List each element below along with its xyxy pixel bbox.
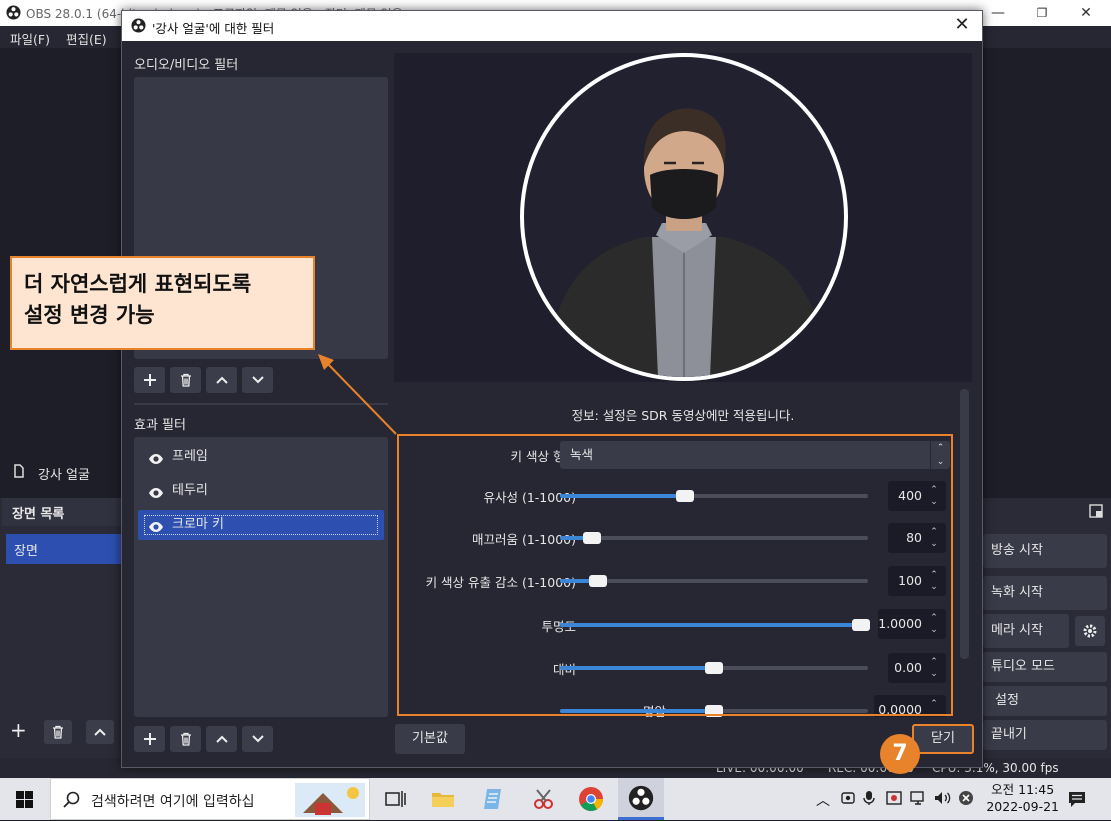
step-number-badge: 7 (880, 734, 920, 774)
tray-microphone-icon[interactable] (862, 790, 876, 810)
callout-line-1: 더 자연스럽게 표현되도록 (24, 272, 252, 296)
annotation-callout: 더 자연스럽게 표현되도록 설정 변경 가능 (10, 256, 315, 350)
search-icon (63, 791, 80, 812)
tray-close-circle-icon[interactable] (958, 790, 974, 810)
callout-line-2: 설정 변경 가능 (24, 303, 155, 327)
tray-camera-icon[interactable] (840, 790, 856, 810)
annotation-arrow (318, 354, 397, 435)
windows-start-icon[interactable] (16, 791, 33, 812)
tray-clock[interactable]: 오전 11:45 2022-09-21 (986, 781, 1059, 815)
obs-logo-icon (628, 785, 654, 815)
search-placeholder: 검색하려면 여기에 입력하십 (91, 794, 255, 810)
notepad-app-icon[interactable] (480, 786, 506, 812)
obs-taskbar-button[interactable] (618, 778, 664, 820)
tray-network-icon[interactable] (910, 790, 928, 810)
chrome-icon[interactable] (578, 786, 604, 812)
tray-overflow-chevron-icon[interactable]: ︿ (816, 790, 830, 810)
clock-date: 2022-09-21 (986, 799, 1059, 814)
notification-center-icon[interactable] (1068, 790, 1086, 812)
windows-taskbar: 검색하려면 여기에 입력하십 ︿ 오전 11:45 2022-09-21 (0, 778, 1111, 820)
task-view-icon[interactable] (382, 786, 408, 812)
tray-volume-icon[interactable] (934, 790, 952, 810)
search-highlight-illustration-icon (295, 783, 365, 821)
snipping-tool-icon[interactable] (530, 786, 556, 812)
file-explorer-icon[interactable] (430, 786, 456, 812)
clock-time: 오전 11:45 (991, 782, 1055, 797)
taskbar-search-box[interactable]: 검색하려면 여기에 입력하십 (50, 778, 370, 820)
tray-recording-icon[interactable] (886, 790, 902, 810)
